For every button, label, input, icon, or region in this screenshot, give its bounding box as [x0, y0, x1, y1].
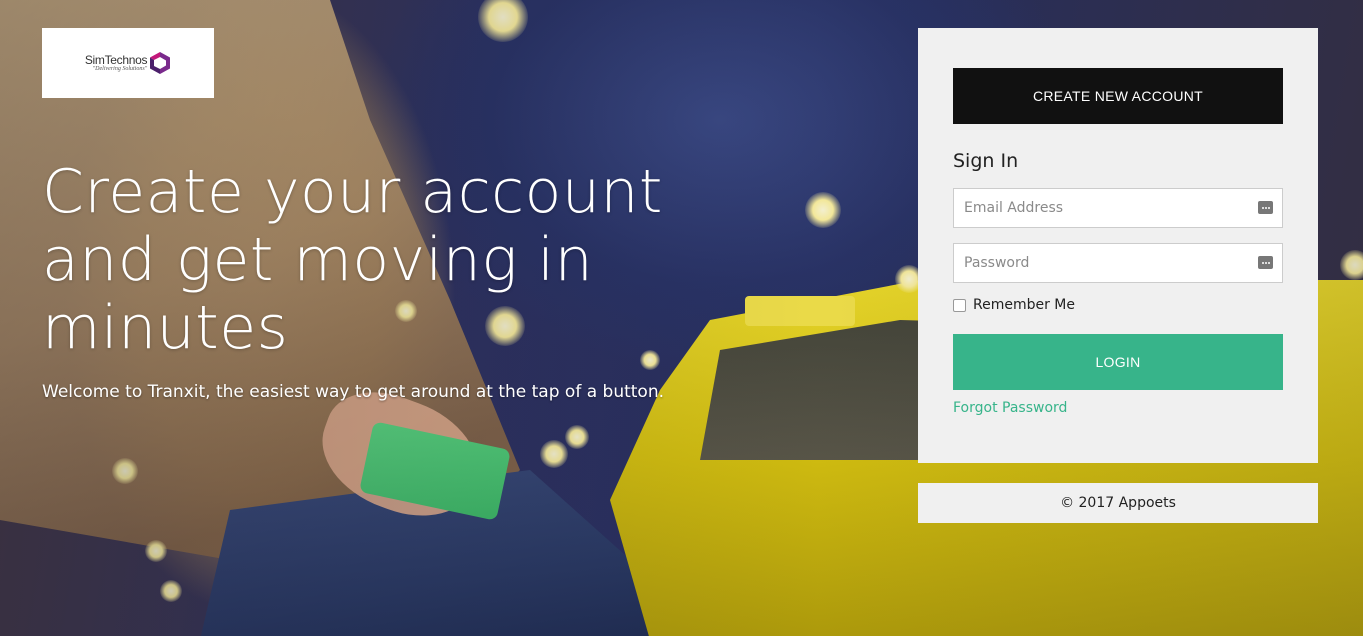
- create-account-button[interactable]: CREATE NEW ACCOUNT: [953, 68, 1283, 124]
- password-field-wrapper: [953, 243, 1283, 283]
- hero-subtitle: Welcome to Tranxit, the easiest way to g…: [42, 382, 665, 402]
- logo-mark-icon: [150, 52, 171, 74]
- login-card: CREATE NEW ACCOUNT Sign In Remember Me L…: [918, 28, 1318, 463]
- logo-tagline: "Delivering Solutions": [92, 65, 148, 72]
- email-field-wrapper: [953, 188, 1283, 228]
- copyright-text: © 2017 Appoets: [1060, 495, 1176, 511]
- login-button[interactable]: LOGIN: [953, 334, 1283, 390]
- signin-heading: Sign In: [953, 150, 1019, 172]
- remember-me-checkbox[interactable]: [953, 298, 966, 312]
- forgot-password-link[interactable]: Forgot Password: [953, 400, 1067, 416]
- keyboard-dots-icon[interactable]: [1258, 201, 1273, 214]
- logo-name: SimTechnos: [84, 52, 148, 67]
- brand-logo[interactable]: SimTechnos "Delivering Solutions": [42, 28, 214, 98]
- hero-section: Create your account and get moving in mi…: [42, 158, 742, 404]
- remember-me-label: Remember Me: [973, 297, 1075, 313]
- remember-me-row[interactable]: Remember Me: [953, 297, 1283, 313]
- password-input[interactable]: [954, 244, 1282, 282]
- keyboard-dots-icon[interactable]: [1258, 256, 1273, 269]
- logo-text: SimTechnos "Delivering Solutions": [84, 52, 148, 73]
- email-input[interactable]: [954, 189, 1282, 227]
- copyright-footer: © 2017 Appoets: [918, 483, 1318, 523]
- logo-lockup: SimTechnos "Delivering Solutions": [85, 51, 171, 75]
- hero-title: Create your account and get moving in mi…: [42, 157, 663, 363]
